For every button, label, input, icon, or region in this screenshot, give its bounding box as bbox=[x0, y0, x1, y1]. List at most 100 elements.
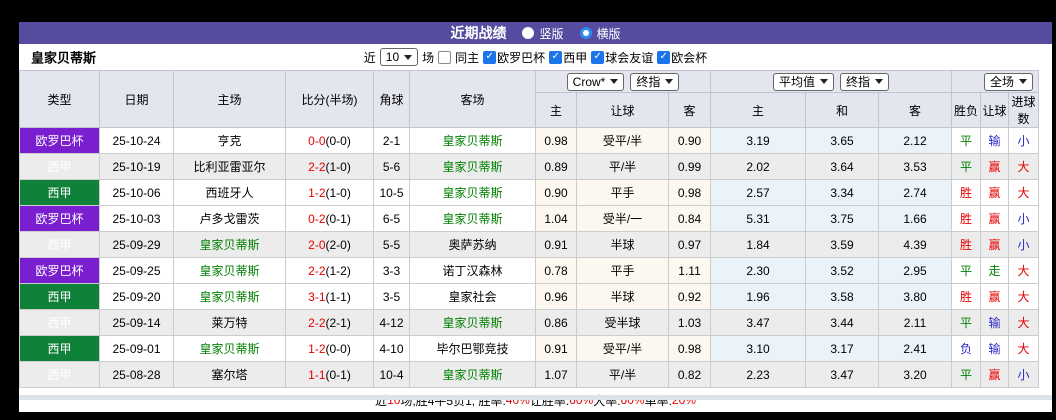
home-team-link[interactable]: 皇家贝蒂斯 bbox=[173, 335, 286, 362]
league-label: 欧会杯 bbox=[671, 50, 708, 65]
match-date: 25-09-01 bbox=[99, 335, 174, 362]
match-row: 西甲 25-09-20 皇家贝蒂斯 3-1(1-1) 3-5 皇家社会 0.96… bbox=[19, 283, 1040, 310]
league-label: 球会友谊 bbox=[605, 50, 654, 65]
result-wdl: 平 bbox=[951, 361, 982, 388]
corner-count: 4-12 bbox=[373, 309, 410, 336]
summary-footer: 近 10 场,胜4平5负1, 胜率: 40% 让胜率: 60% 大率: 60% … bbox=[19, 388, 1052, 412]
ah-away-odds: 1.03 bbox=[667, 309, 712, 336]
bottom-strip bbox=[19, 395, 1052, 400]
home-team-link[interactable]: 比利亚雷亚尔 bbox=[173, 153, 286, 180]
subcol-result-ah: 让球 bbox=[980, 92, 1010, 128]
result-wdl: 负 bbox=[951, 335, 982, 362]
match-row: 西甲 25-09-14 莱万特 2-2(2-1) 4-12 皇家贝蒂斯 0.86… bbox=[19, 309, 1040, 336]
euro-away-odds: 2.95 bbox=[878, 257, 953, 284]
corner-count: 5-5 bbox=[373, 231, 410, 258]
layout-vertical-option[interactable]: 竖版 bbox=[522, 25, 564, 42]
same-host-label: 同主 bbox=[455, 50, 480, 65]
asian-odds-source-select[interactable]: Crow* bbox=[566, 72, 625, 91]
home-team-link[interactable]: 亨克 bbox=[173, 127, 286, 154]
result-goals: 大 bbox=[1008, 335, 1040, 362]
away-team-link[interactable]: 毕尔巴鄂竞技 bbox=[409, 335, 536, 362]
euro-draw-odds: 3.64 bbox=[805, 153, 880, 180]
same-host-checkbox[interactable] bbox=[438, 50, 452, 64]
halftime-score: (0-1) bbox=[325, 211, 351, 226]
result-wdl: 平 bbox=[951, 153, 982, 180]
score-cell: 2-0(2-0) bbox=[285, 231, 374, 258]
ah-home-odds: 0.96 bbox=[535, 283, 577, 310]
league-type-badge: 西甲 bbox=[19, 309, 100, 336]
away-team-link[interactable]: 皇家社会 bbox=[409, 283, 536, 310]
subcol-ah-home: 主 bbox=[535, 92, 577, 128]
radio-horizontal-label: 横版 bbox=[596, 26, 621, 41]
ah-home-odds: 0.89 bbox=[535, 153, 577, 180]
away-team-link[interactable]: 皇家贝蒂斯 bbox=[409, 361, 536, 388]
home-team-link[interactable]: 皇家贝蒂斯 bbox=[173, 231, 286, 258]
result-wdl: 胜 bbox=[951, 205, 982, 232]
match-date: 25-09-29 bbox=[99, 231, 174, 258]
chevron-down-icon bbox=[1019, 79, 1028, 84]
corner-count: 3-3 bbox=[373, 257, 410, 284]
corner-count: 3-5 bbox=[373, 283, 410, 310]
euro-home-odds: 2.30 bbox=[710, 257, 807, 284]
layout-horizontal-option[interactable]: 横版 bbox=[579, 25, 621, 42]
euro-away-odds: 4.39 bbox=[878, 231, 953, 258]
filter-bar: 皇家贝蒂斯 近 10 场 同主 欧罗巴杯 西甲 bbox=[19, 44, 1052, 70]
away-team-link[interactable]: 皇家贝蒂斯 bbox=[409, 309, 536, 336]
league-label: 西甲 bbox=[563, 50, 588, 65]
asian-odds-kind-select[interactable]: 终指 bbox=[630, 72, 680, 91]
col-header-type: 类型 bbox=[19, 70, 100, 128]
subcol-eu-draw: 和 bbox=[805, 92, 880, 128]
subcol-result-goals: 进球数 bbox=[1008, 92, 1040, 128]
fulltime-score: 2-0 bbox=[308, 237, 326, 252]
euro-odds-kind-select[interactable]: 终指 bbox=[840, 72, 890, 91]
league-checkbox[interactable] bbox=[483, 50, 497, 64]
home-team-link[interactable]: 塞尔塔 bbox=[173, 361, 286, 388]
subcol-result-wdl: 胜负 bbox=[951, 92, 982, 128]
subcol-eu-home: 主 bbox=[710, 92, 807, 128]
halftime-score: (0-0) bbox=[325, 341, 351, 356]
result-handicap: 输 bbox=[980, 127, 1010, 154]
euro-odds-source-select[interactable]: 平均值 bbox=[773, 72, 835, 91]
result-goals: 大 bbox=[1008, 309, 1040, 336]
subcol-eu-away: 客 bbox=[878, 92, 953, 128]
away-team-link[interactable]: 奥萨苏纳 bbox=[409, 231, 536, 258]
home-team-link[interactable]: 西班牙人 bbox=[173, 179, 286, 206]
home-team-link[interactable]: 莱万特 bbox=[173, 309, 286, 336]
score-cell: 3-1(1-1) bbox=[285, 283, 374, 310]
match-date: 25-09-14 bbox=[99, 309, 174, 336]
halftime-score: (0-1) bbox=[325, 367, 351, 382]
result-scope-header: 全场 bbox=[951, 70, 1040, 93]
score-cell: 2-2(1-2) bbox=[285, 257, 374, 284]
fulltime-score: 1-2 bbox=[308, 341, 326, 356]
away-team-link[interactable]: 诺丁汉森林 bbox=[409, 257, 536, 284]
away-team-link[interactable]: 皇家贝蒂斯 bbox=[409, 127, 536, 154]
col-header-away: 客场 bbox=[409, 70, 536, 128]
home-team-link[interactable]: 皇家贝蒂斯 bbox=[173, 283, 286, 310]
recent-count-select[interactable]: 10 bbox=[379, 48, 419, 66]
euro-home-odds: 2.02 bbox=[710, 153, 807, 180]
result-wdl: 胜 bbox=[951, 231, 982, 258]
home-team-link[interactable]: 卢多戈雷茨 bbox=[173, 205, 286, 232]
result-scope-select[interactable]: 全场 bbox=[984, 72, 1034, 91]
ah-away-odds: 0.97 bbox=[667, 231, 712, 258]
matches-label: 场 bbox=[422, 50, 435, 65]
away-team-link[interactable]: 皇家贝蒂斯 bbox=[409, 179, 536, 206]
radio-vertical-label: 竖版 bbox=[539, 26, 564, 41]
away-team-link[interactable]: 皇家贝蒂斯 bbox=[409, 205, 536, 232]
fulltime-score: 2-2 bbox=[308, 159, 326, 174]
league-checkbox[interactable] bbox=[657, 50, 671, 64]
chevron-down-icon bbox=[610, 79, 619, 84]
euro-draw-odds: 3.59 bbox=[805, 231, 880, 258]
home-team-link[interactable]: 皇家贝蒂斯 bbox=[173, 257, 286, 284]
radio-selected-icon[interactable] bbox=[579, 27, 592, 39]
league-checkbox[interactable] bbox=[549, 50, 563, 64]
league-checkbox[interactable] bbox=[591, 50, 605, 64]
away-team-link[interactable]: 皇家贝蒂斯 bbox=[409, 153, 536, 180]
halftime-score: (1-0) bbox=[325, 159, 351, 174]
euro-away-odds: 3.80 bbox=[878, 283, 953, 310]
league-filter: 球会友谊 bbox=[591, 49, 653, 66]
ah-home-odds: 0.90 bbox=[535, 179, 577, 206]
radio-unselected-icon[interactable] bbox=[522, 27, 535, 39]
ah-home-odds: 0.78 bbox=[535, 257, 577, 284]
corner-count: 6-5 bbox=[373, 205, 410, 232]
